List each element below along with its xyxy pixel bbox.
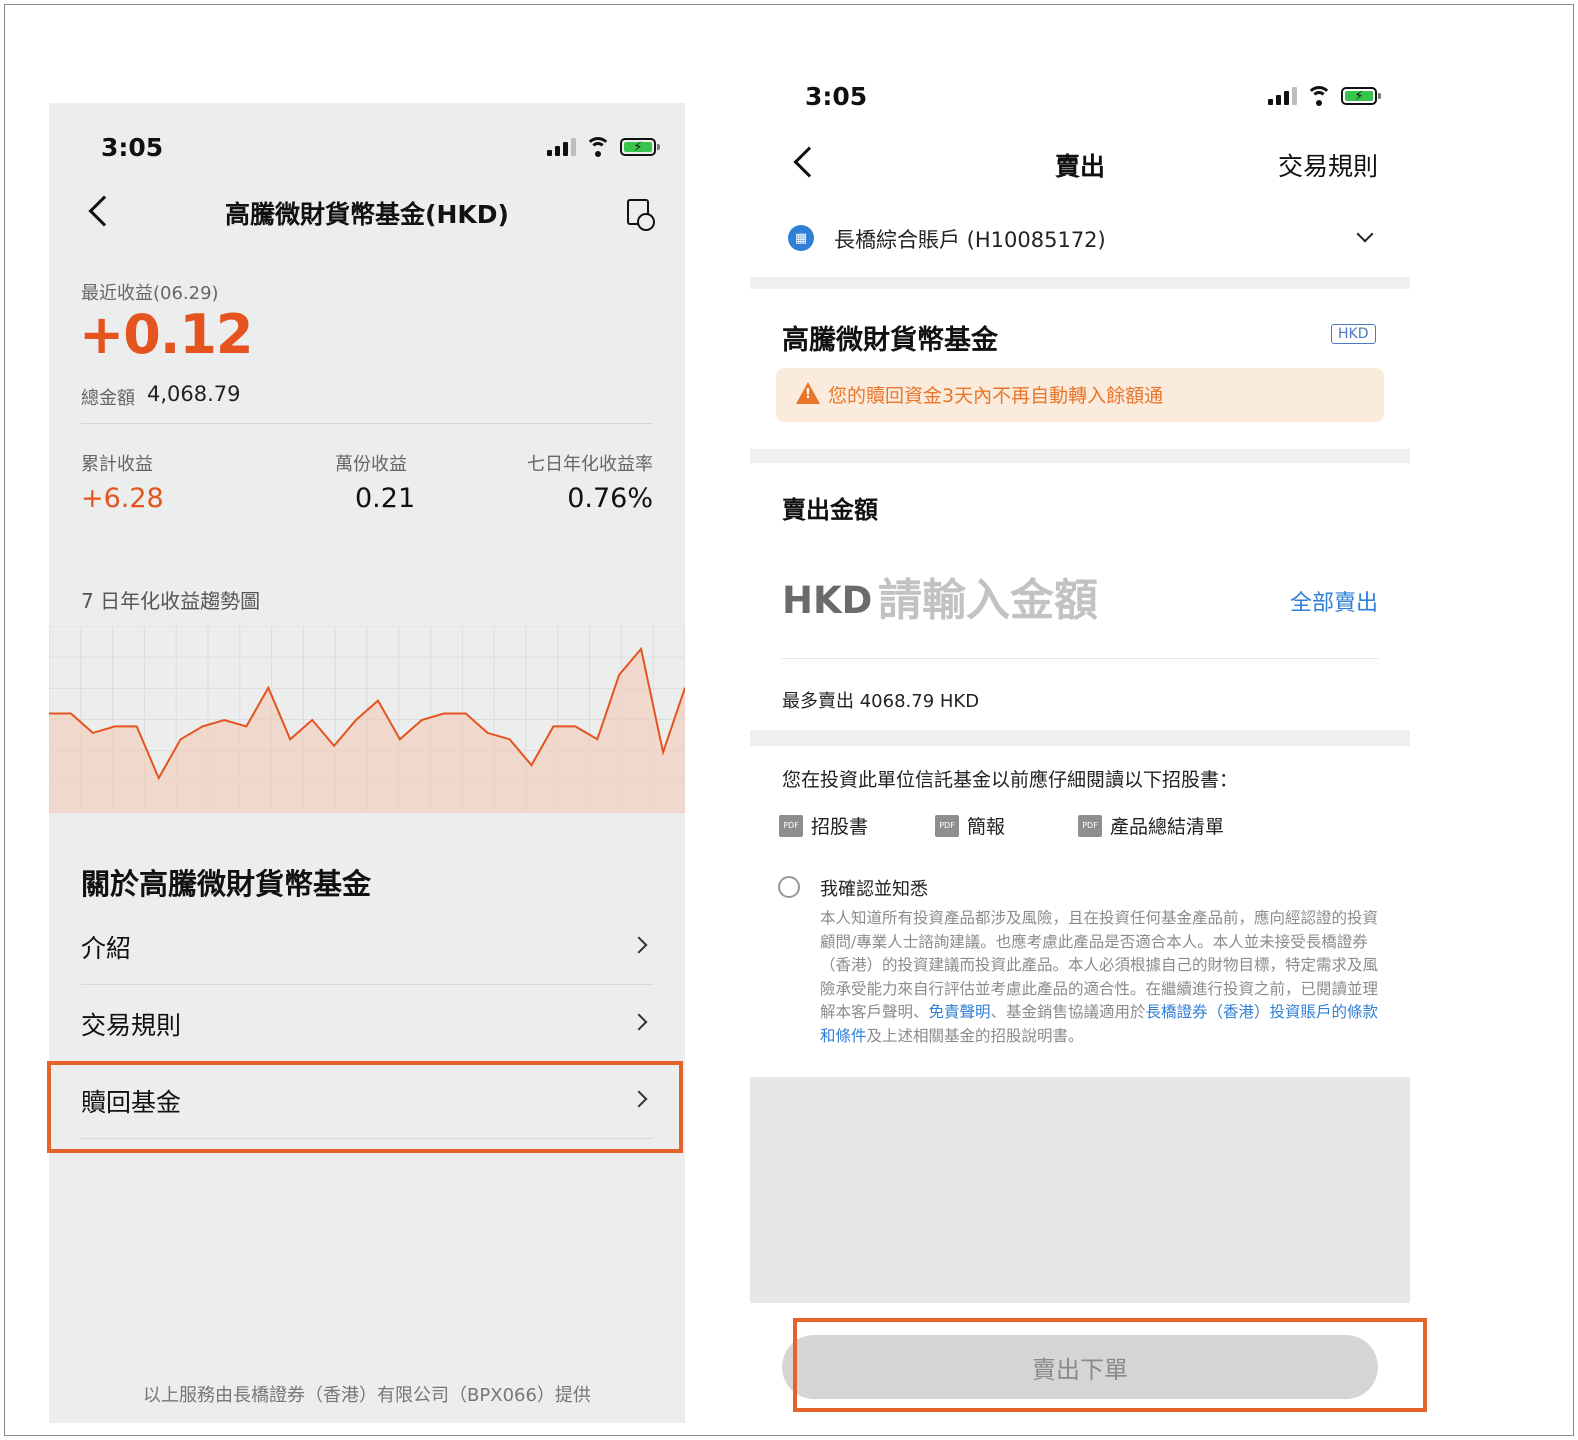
- disclaimer-link[interactable]: 免責聲明: [929, 1003, 991, 1021]
- total-amount-value: 4,068.79: [147, 382, 241, 406]
- wifi-icon: [585, 137, 611, 157]
- cumulative-earnings-label: 累計收益: [81, 454, 153, 475]
- risk-disclaimer: 本人知道所有投資產品都涉及風險，且在投資任何基金產品前，應向經認證的投資顧問/專…: [820, 909, 1379, 1045]
- wifi-icon: [1306, 86, 1332, 106]
- status-icons: ⚡: [1268, 86, 1381, 106]
- section-separator: [750, 277, 1410, 289]
- trading-rules-link[interactable]: 交易規則: [1278, 147, 1378, 183]
- submit-highlight-box: [793, 1318, 1427, 1412]
- recent-earnings-value: +0.12: [79, 303, 253, 366]
- sell-all-button[interactable]: 全部賣出: [1290, 585, 1378, 617]
- redemption-warning: 您的贖回資金3天內不再自動轉入餘額通: [776, 368, 1384, 422]
- yield-trend-chart: [49, 626, 685, 813]
- warning-text: 您的贖回資金3天內不再自動轉入餘額通: [828, 385, 1164, 407]
- chart-title: 7 日年化收益趨勢圖: [81, 589, 261, 613]
- page-title: 高騰微財貨幣基金(HKD): [225, 200, 509, 229]
- warning-icon: [796, 382, 820, 404]
- pdf-icon: PDF: [935, 814, 959, 837]
- status-time: 3:05: [805, 82, 868, 111]
- account-selector[interactable]: 長橋綜合賬戶 (H10085172): [834, 224, 1106, 254]
- chevron-right-icon: [630, 936, 648, 954]
- service-provider-footer: 以上服務由長橋證券（香港）有限公司（BPX066）提供: [143, 1385, 591, 1406]
- redeem-highlight-box: [47, 1061, 683, 1153]
- pdf-icon: PDF: [1078, 814, 1102, 837]
- divider: [81, 423, 653, 424]
- divider: [782, 658, 1378, 659]
- fund-detail-screen: 3:05 ⚡ 高騰微財貨幣基金(HKD) 最近收益(06.29) +0.12 總…: [47, 103, 685, 1423]
- row-trading-rules-label: 交易規則: [81, 1011, 182, 1040]
- per-10k-earnings-label: 萬份收益: [335, 454, 407, 475]
- confirm-radio[interactable]: [778, 876, 800, 898]
- about-section-title: 關於高騰微財貨幣基金: [81, 867, 372, 901]
- status-time: 3:05: [101, 133, 164, 162]
- seven-day-yield-value: 0.76%: [567, 483, 653, 514]
- pdf-icon: PDF: [779, 814, 803, 837]
- product-summary-link[interactable]: PDF 產品總結清單: [1078, 812, 1224, 839]
- amount-input[interactable]: [878, 570, 1268, 630]
- sell-amount-title: 賣出金額: [782, 496, 878, 524]
- section-separator: [750, 449, 1410, 463]
- currency-label: HKD: [782, 579, 873, 622]
- sell-screen: 3:05 ⚡ 賣出 交易規則 ▦ 長橋綜合賬戶 (H10085172) 高騰微財…: [750, 60, 1427, 1412]
- per-10k-earnings-value: 0.21: [355, 483, 416, 514]
- signal-icon: [1268, 87, 1297, 105]
- max-sell-text: 最多賣出 4068.79 HKD: [782, 691, 980, 712]
- screenshot-frame: 3:05 ⚡ 高騰微財貨幣基金(HKD) 最近收益(06.29) +0.12 總…: [4, 4, 1574, 1436]
- currency-badge: HKD: [1331, 324, 1376, 344]
- signal-icon: [547, 138, 576, 156]
- row-introduction-label: 介紹: [81, 934, 132, 963]
- seven-day-yield-label: 七日年化收益率: [527, 454, 653, 475]
- row-trading-rules[interactable]: 交易規則: [81, 986, 653, 1062]
- chevron-right-icon: [630, 1013, 648, 1031]
- battery-icon: ⚡: [1341, 87, 1381, 105]
- brief-link[interactable]: PDF 簡報: [935, 812, 1005, 839]
- status-icons: ⚡: [547, 137, 660, 157]
- battery-icon: ⚡: [620, 138, 660, 156]
- cumulative-earnings-value: +6.28: [81, 483, 164, 514]
- row-introduction[interactable]: 介紹: [81, 909, 653, 985]
- bank-icon: ▦: [788, 225, 814, 251]
- records-icon[interactable]: [627, 199, 655, 231]
- recent-earnings-label: 最近收益(06.29): [81, 283, 219, 304]
- empty-area: [750, 1077, 1410, 1303]
- section-separator: [750, 730, 1410, 746]
- fund-name: 高騰微財貨幣基金: [782, 325, 998, 356]
- prospectus-link[interactable]: PDF 招股書: [779, 812, 868, 839]
- chevron-down-icon[interactable]: [1356, 225, 1374, 243]
- prospectus-intro: 您在投資此單位信託基金以前應仔細閱讀以下招股書：: [782, 769, 1239, 791]
- confirm-label: 我確認並知悉: [820, 879, 928, 900]
- total-amount-label: 總金額: [81, 388, 135, 409]
